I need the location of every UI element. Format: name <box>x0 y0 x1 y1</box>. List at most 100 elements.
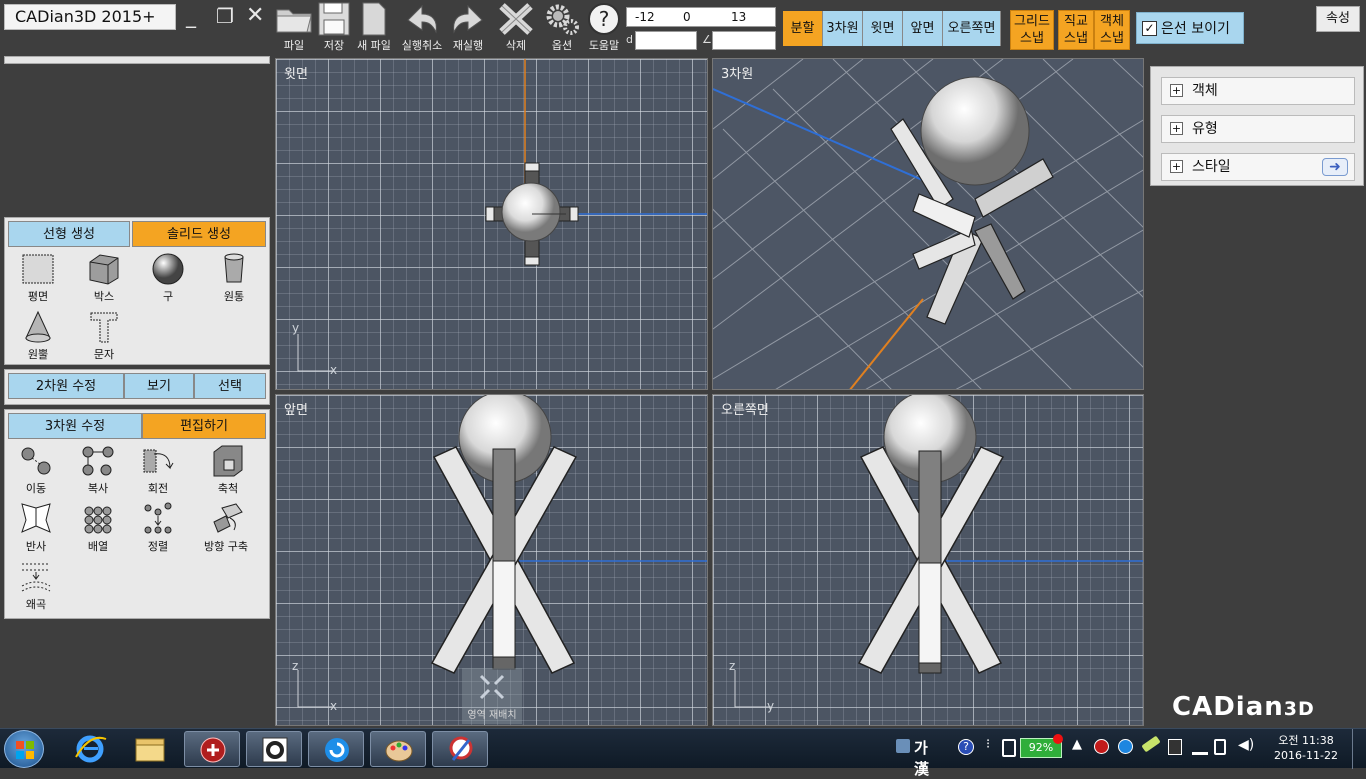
grid-snap-button[interactable]: 그리드 스냅 <box>1010 10 1054 50</box>
taskbar-capture-app[interactable] <box>432 731 488 767</box>
coordinate-readout[interactable]: -12 0 13 <box>626 7 776 27</box>
signal-strength-icon[interactable] <box>1192 741 1208 755</box>
section-object-label: 객체 <box>1192 83 1218 99</box>
object-snap-button[interactable]: 객체 스냅 <box>1094 10 1130 50</box>
array-tool[interactable]: 배열 <box>71 502 125 558</box>
angle-label: ∠ <box>702 33 712 46</box>
sphere-tool[interactable]: 구 <box>141 252 195 308</box>
ime-indicator[interactable]: 가 漢 <box>914 737 929 779</box>
taskbar-paint-app[interactable] <box>370 731 426 767</box>
axis-x-label: x <box>330 363 338 377</box>
tab-editing[interactable]: 편집하기 <box>142 413 266 439</box>
taskbar-internet-explorer[interactable] <box>62 731 118 767</box>
delete-x-icon <box>499 3 533 35</box>
mirror-tool[interactable]: 반사 <box>9 502 63 558</box>
options-label: 옵션 <box>551 39 573 52</box>
box-icon <box>89 254 119 285</box>
cone-tool[interactable]: 원뿔 <box>11 310 65 366</box>
redo-label: 재실행 <box>452 39 484 52</box>
volume-icon[interactable]: ◀) <box>1238 737 1254 753</box>
options-button[interactable]: 옵션 <box>540 2 584 54</box>
palette-icon <box>385 740 413 762</box>
move-tool[interactable]: 이동 <box>9 444 63 500</box>
distance-input[interactable] <box>635 31 697 50</box>
align-tool[interactable]: 정렬 <box>131 502 185 558</box>
security-tray-icon[interactable] <box>1094 739 1109 754</box>
section-object[interactable]: + 객체 <box>1161 77 1355 105</box>
viewport-right[interactable]: 오른쪽면 z y <box>712 394 1144 726</box>
direction-build-tool[interactable]: 방향 구축 <box>199 502 253 558</box>
viewport-3d[interactable]: 3차원 <box>712 58 1144 390</box>
plane-label: 평면 <box>27 290 49 303</box>
new-file-button[interactable]: 새 파일 <box>352 2 396 54</box>
delete-button[interactable]: 삭제 <box>494 2 538 54</box>
tab-edit-2d[interactable]: 2차원 수정 <box>8 373 124 399</box>
angle-input[interactable] <box>712 31 776 50</box>
help-button[interactable]: ? 도움말 <box>582 2 626 54</box>
clock-date: 2016-11-22 <box>1274 749 1338 762</box>
show-hidden-icons-chevron-icon[interactable]: ▲ <box>1072 737 1082 752</box>
array-label: 배열 <box>87 540 109 553</box>
arrow-right-icon[interactable]: ➜ <box>1322 158 1348 176</box>
ortho-snap-button[interactable]: 직교 스냅 <box>1058 10 1094 50</box>
minimize-button[interactable]: _ <box>186 6 196 26</box>
scale-tool[interactable]: 축척 <box>201 444 255 500</box>
array-icon <box>84 506 112 534</box>
warp-tool[interactable]: 왜곡 <box>9 560 63 616</box>
section-type[interactable]: + 유형 <box>1161 115 1355 143</box>
box-tool[interactable]: 박스 <box>77 252 131 308</box>
capture-app-icon <box>449 736 473 761</box>
rotate-tool[interactable]: 회전 <box>131 444 185 500</box>
tab-edit-3d[interactable]: 3차원 수정 <box>8 413 142 439</box>
expand-plus-icon[interactable]: + <box>1170 84 1183 97</box>
view-split-button[interactable]: 분할 <box>783 11 823 46</box>
tab-linear-create[interactable]: 선형 생성 <box>8 221 130 247</box>
copy-label: 복사 <box>87 482 109 495</box>
text-tool[interactable]: 문자 <box>77 310 131 366</box>
axis-y-label: y <box>292 321 300 335</box>
power-plug-icon[interactable] <box>1002 739 1016 757</box>
view-top-button[interactable]: 윗면 <box>863 11 903 46</box>
new-file-label: 새 파일 <box>357 39 391 52</box>
redo-button[interactable]: 재실행 <box>446 2 490 54</box>
taskbar-update-app[interactable] <box>308 731 364 767</box>
undo-button[interactable]: 실행취소 <box>400 2 444 54</box>
taskbar-app-red[interactable] <box>184 731 240 767</box>
view-front-button[interactable]: 앞면 <box>903 11 943 46</box>
help-icon[interactable]: ? <box>958 739 974 755</box>
update-tray-icon[interactable] <box>1118 739 1133 754</box>
tab-solid-create[interactable]: 솔리드 생성 <box>132 221 266 247</box>
close-button[interactable]: ✕ <box>246 5 264 27</box>
file-button[interactable]: 파일 <box>272 2 316 54</box>
floppy-icon <box>318 2 350 36</box>
view-right-button[interactable]: 오른쪽면 <box>943 11 1001 46</box>
plane-tool[interactable]: 평면 <box>11 252 65 308</box>
expand-plus-icon[interactable]: + <box>1170 122 1183 135</box>
taskbar-file-explorer[interactable] <box>122 731 178 767</box>
tab-select[interactable]: 선택 <box>194 373 266 399</box>
usb-tray-icon[interactable] <box>1141 735 1161 753</box>
keyboard-icon[interactable] <box>896 739 910 753</box>
sphere-label: 구 <box>162 290 174 303</box>
tab-view[interactable]: 보기 <box>124 373 194 399</box>
viewport-top-title: 윗면 <box>284 67 308 82</box>
taskbar-cadian-app[interactable] <box>246 731 302 767</box>
cylinder-tool[interactable]: 원통 <box>207 252 261 308</box>
battery-tray-icon[interactable] <box>1214 739 1226 755</box>
view-3d-button[interactable]: 3차원 <box>823 11 863 46</box>
section-style[interactable]: + 스타일 ➜ <box>1161 153 1355 181</box>
show-hidden-lines-toggle[interactable]: ✓ 은선 보이기 <box>1136 12 1244 44</box>
viewport-top[interactable]: 윗면 y x <box>275 58 708 390</box>
start-button[interactable] <box>4 730 44 768</box>
expand-plus-icon[interactable]: + <box>1170 160 1183 173</box>
copy-tool[interactable]: 복사 <box>71 444 125 500</box>
restore-button[interactable]: ❐ <box>216 6 234 26</box>
system-clock[interactable]: 오전 11:38 2016-11-22 <box>1270 733 1342 763</box>
properties-panel: + 객체 + 유형 + 스타일 ➜ <box>1150 66 1364 186</box>
show-desktop-button[interactable] <box>1352 729 1366 769</box>
save-button[interactable]: 저장 <box>312 2 356 54</box>
network-disconnected-icon[interactable] <box>1168 739 1182 755</box>
properties-button[interactable]: 속성 <box>1316 6 1360 32</box>
tray-settings-icon[interactable]: ⁝ <box>986 737 990 752</box>
region-relocate-button[interactable]: 영역 재배치 <box>462 668 522 724</box>
